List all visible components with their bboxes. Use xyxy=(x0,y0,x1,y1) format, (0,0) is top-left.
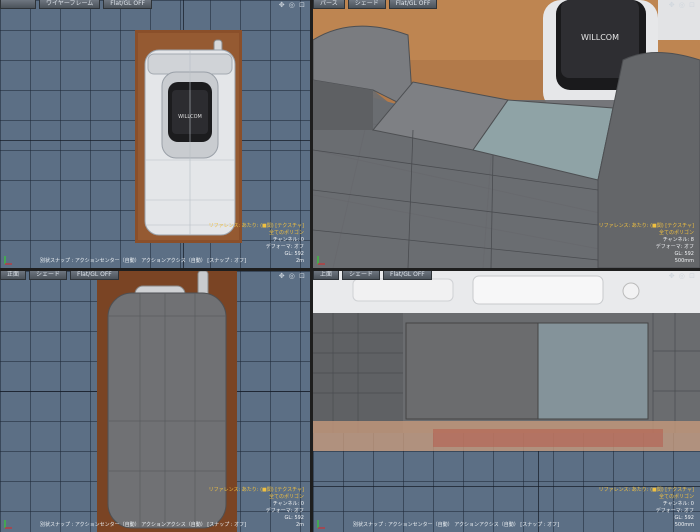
shading-tab[interactable]: ワイヤーフレーム xyxy=(39,0,101,9)
gl-tab[interactable]: Flat/GL OFF xyxy=(388,0,438,9)
axis-gizmo-icon xyxy=(317,256,325,265)
view-mode-tab[interactable]: 正面 xyxy=(0,271,27,280)
viewport-nav-controls[interactable]: ✥ ◎ ⊡ xyxy=(279,272,306,280)
viewport-nav-controls[interactable]: ✥ ◎ ⊡ xyxy=(669,1,696,9)
info-deformer: デフォーマ: オフ xyxy=(655,244,694,250)
viewport-splitter-vertical[interactable] xyxy=(310,0,313,532)
viewport-toolbar: ワイヤーフレーム Flat/GL OFF xyxy=(0,0,152,9)
viewport-bottom-left[interactable]: 正面 シェード Flat/GL OFF ✥ ◎ ⊡ 別状スナップ : アクション… xyxy=(0,271,310,532)
viewport-splitter-horizontal[interactable] xyxy=(0,268,700,271)
viewport-nav-controls[interactable]: ✥ ◎ ⊡ xyxy=(669,272,696,280)
view-mode-tab[interactable]: パース xyxy=(313,0,345,9)
info-channels: チャンネル: 0 xyxy=(662,501,694,507)
selected-polygon xyxy=(537,322,649,420)
shading-tab[interactable]: シェード xyxy=(347,0,386,9)
info-reference: リファレンス: あたり: (■関) [テクスチャ] xyxy=(208,223,304,229)
viewport-bottom-right[interactable]: 上面 シェード Flat/GL OFF ✥ ◎ ⊡ 別状スナップ : アクション… xyxy=(313,271,700,532)
info-gl: GL: 592 xyxy=(674,515,694,521)
phone-logo-perspective: WILLCOM xyxy=(581,33,619,42)
viewport-info: リファレンス: あたり: (■関) [テクスチャ] 全てのポリゴン チャンネル:… xyxy=(209,487,304,529)
info-deformer: デフォーマ: オフ xyxy=(655,508,694,514)
viewport-toolbar: 上面 シェード Flat/GL OFF xyxy=(313,271,432,280)
axis-gizmo-icon xyxy=(317,520,325,529)
info-polygons: 全てのポリゴン xyxy=(658,494,694,500)
viewport-top-right[interactable]: WILLCOM パース シェード Flat/GL OFF ✥ ◎ ⊡ リファレン… xyxy=(313,0,700,268)
viewport-top-left[interactable]: ワイヤーフレーム Flat/GL OFF ✥ ◎ ⊡ WILLCOM 別状スナッ… xyxy=(0,0,310,268)
info-scale: 500mm xyxy=(674,522,694,528)
info-polygons: 全てのポリゴン xyxy=(268,494,304,500)
shading-tab[interactable]: シェード xyxy=(29,271,68,280)
shading-tab[interactable]: シェード xyxy=(342,271,381,280)
info-channels: チャンネル: 0 xyxy=(272,501,304,507)
info-channels: チャンネル: 0 xyxy=(272,237,304,243)
viewport-nav-controls[interactable]: ✥ ◎ ⊡ xyxy=(279,1,306,9)
axis-gizmo-icon xyxy=(4,520,12,529)
gl-tab[interactable]: Flat/GL OFF xyxy=(70,271,119,280)
gl-tab[interactable]: Flat/GL OFF xyxy=(103,0,152,9)
info-scale: 500mm xyxy=(674,258,694,264)
gl-tab[interactable]: Flat/GL OFF xyxy=(383,271,432,280)
viewport-info: リファレンス: あたり: (■関) [テクスチャ] 全てのポリゴン チャンネル:… xyxy=(599,223,694,265)
axis-line-y xyxy=(538,451,539,532)
view-mode-tab[interactable]: 上面 xyxy=(313,271,340,280)
info-scale: 2m xyxy=(295,522,304,528)
view-mode-tab[interactable] xyxy=(0,0,36,9)
info-deformer: デフォーマ: オフ xyxy=(265,244,304,250)
info-reference: リファレンス: あたり: (■関) [テクスチャ] xyxy=(598,487,694,493)
info-deformer: デフォーマ: オフ xyxy=(265,508,304,514)
info-gl: GL: 592 xyxy=(284,515,304,521)
status-text: 別状スナップ : アクションセンター（自動） アクションアクシス（自動） [スナ… xyxy=(353,522,560,528)
viewport-info: リファレンス: あたり: (■関) [テクスチャ] 全てのポリゴン チャンネル:… xyxy=(209,223,304,265)
info-gl: GL: 592 xyxy=(284,251,304,257)
viewport-info: リファレンス: あたり: (■関) [テクスチャ] 全てのポリゴン チャンネル:… xyxy=(599,487,694,529)
info-polygons: 全てのポリゴン xyxy=(268,230,304,236)
axis-gizmo-icon xyxy=(4,256,12,265)
info-reference: リファレンス: あたり: (■関) [テクスチャ] xyxy=(598,223,694,229)
info-channels: チャンネル: 8 xyxy=(662,237,694,243)
info-reference: リファレンス: あたり: (■関) [テクスチャ] xyxy=(208,487,304,493)
viewport-toolbar: パース シェード Flat/GL OFF xyxy=(313,0,438,9)
viewport-toolbar: 正面 シェード Flat/GL OFF xyxy=(0,271,119,280)
info-polygons: 全てのポリゴン xyxy=(658,230,694,236)
info-scale: 2m xyxy=(295,258,304,264)
info-gl: GL: 592 xyxy=(674,251,694,257)
